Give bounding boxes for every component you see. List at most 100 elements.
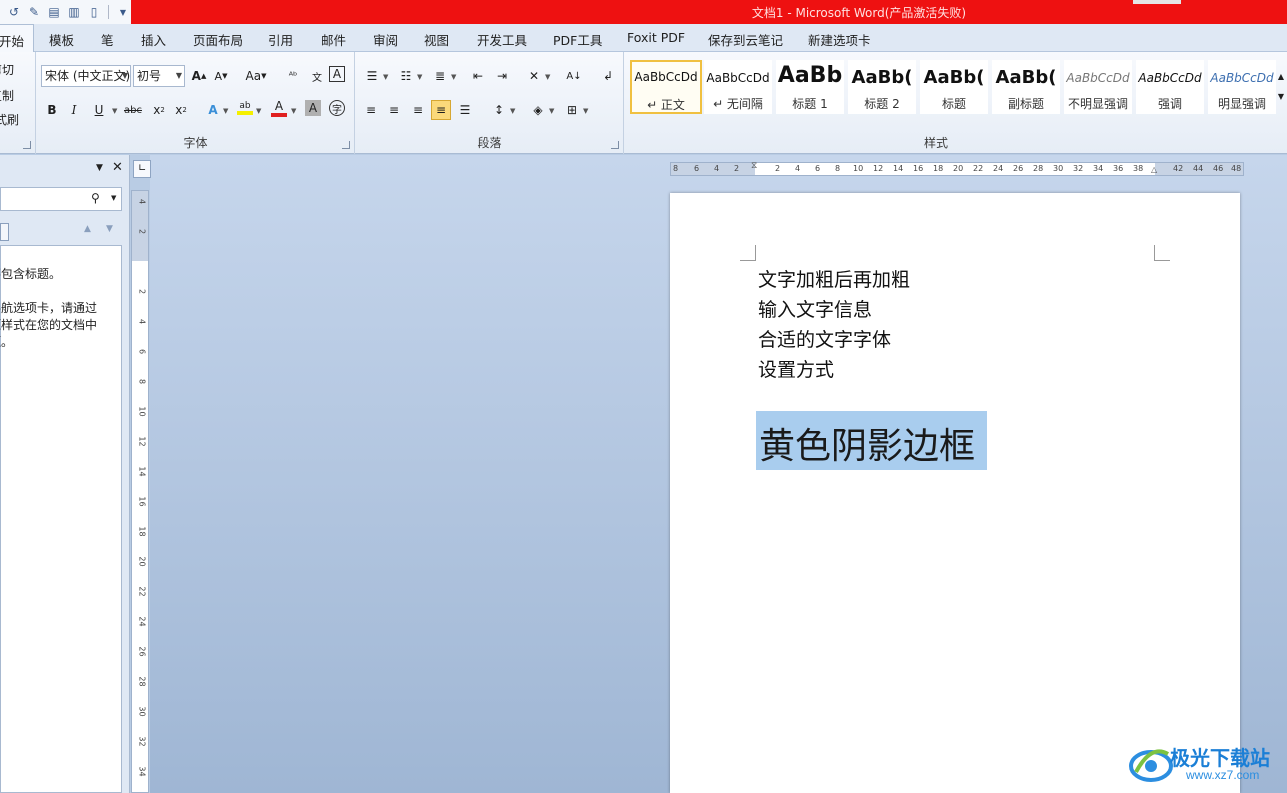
indent-marker-icon[interactable]: ⧖ xyxy=(751,161,757,171)
search-icon[interactable]: ⚲ xyxy=(91,191,100,205)
chevron-down-icon[interactable]: ▼ xyxy=(223,107,228,115)
style-tile-subtitle[interactable]: AaBb( 副标题 xyxy=(992,60,1060,114)
chevron-down-icon[interactable]: ▼ xyxy=(451,73,456,81)
document-line[interactable]: 输入文字信息 xyxy=(758,295,872,322)
paragraph-launcher-icon[interactable] xyxy=(611,141,619,149)
copy-button[interactable]: 复制 xyxy=(0,87,14,104)
styles-scroll-down-icon[interactable]: ▼ xyxy=(1275,86,1287,106)
font-size-select[interactable]: 初号 ▼ xyxy=(133,65,185,87)
chevron-down-icon[interactable]: ▼ xyxy=(510,107,515,115)
document-page[interactable]: 文字加粗后再加粗 输入文字信息 合适的文字字体 设置方式 黄色阴影边框 xyxy=(670,193,1240,793)
layout-icon[interactable]: ▥ xyxy=(66,4,82,20)
print-preview-icon[interactable]: ▤ xyxy=(46,4,62,20)
format-painter-button[interactable]: 格式刷 xyxy=(0,111,19,128)
tab-view[interactable]: 视图 xyxy=(424,30,449,49)
nav-pages-icon[interactable] xyxy=(0,223,9,241)
clear-format-icon[interactable]: ᴬᵇ xyxy=(283,66,303,86)
style-tile-emphasis[interactable]: AaBbCcDd 强调 xyxy=(1136,60,1204,114)
align-left-icon[interactable]: ≡ xyxy=(361,100,381,120)
style-tile-heading-1[interactable]: AaBb 标题 1 xyxy=(776,60,844,114)
right-indent-marker-icon[interactable]: △ xyxy=(1151,165,1157,174)
highlight-icon[interactable]: ab xyxy=(235,98,255,118)
line-spacing-icon[interactable]: ↕ xyxy=(489,100,509,120)
font-launcher-icon[interactable] xyxy=(342,141,350,149)
tab-pdf-tools[interactable]: PDF工具 xyxy=(553,30,602,49)
nav-next-icon[interactable]: ▼ xyxy=(106,224,113,234)
customize-toolbar-icon[interactable]: ▼ xyxy=(115,4,131,20)
nav-prev-icon[interactable]: ▲ xyxy=(84,224,91,234)
chevron-down-icon[interactable]: ▼ xyxy=(256,107,261,115)
char-border-icon[interactable]: A xyxy=(329,66,345,82)
chevron-down-icon[interactable]: ▼ xyxy=(549,107,554,115)
tab-review[interactable]: 审阅 xyxy=(373,30,398,49)
style-tile-no-spacing[interactable]: AaBbCcDd ↵ 无间隔 xyxy=(704,60,772,114)
style-tile-intense-emphasis[interactable]: AaBbCcDd 明显强调 xyxy=(1208,60,1276,114)
styles-scroll-up-icon[interactable]: ▲ xyxy=(1275,66,1287,86)
tab-home[interactable]: 开始 xyxy=(0,24,34,53)
window-control[interactable] xyxy=(1133,0,1181,4)
align-right-icon[interactable]: ≡ xyxy=(408,100,428,120)
undo-icon[interactable]: ↺ xyxy=(6,4,22,20)
text-effect-icon[interactable]: A xyxy=(203,100,223,120)
increase-indent-icon[interactable]: ⇥ xyxy=(492,66,512,86)
clipboard-launcher-icon[interactable] xyxy=(23,141,31,149)
enclose-char-icon[interactable]: 字 xyxy=(329,100,345,116)
show-marks-icon[interactable]: ↲ xyxy=(598,66,618,86)
superscript-button[interactable]: x2 xyxy=(171,100,191,120)
document-line[interactable]: 设置方式 xyxy=(758,355,834,382)
tab-pen[interactable]: 笔 xyxy=(101,30,114,49)
tab-mailings[interactable]: 邮件 xyxy=(321,30,346,49)
phonetic-guide-icon[interactable]: 文 xyxy=(307,66,327,86)
grow-font-button[interactable]: A ▲ xyxy=(189,66,209,86)
subscript-button[interactable]: x2 xyxy=(149,100,169,120)
vertical-ruler[interactable]: 4 2 2 4 6 8 10 12 14 16 18 20 22 24 26 2… xyxy=(131,190,149,793)
nav-search-input[interactable]: ⚲ ▼ xyxy=(0,187,122,211)
style-tile-title[interactable]: AaBb( 标题 xyxy=(920,60,988,114)
cut-button[interactable]: 剪切 xyxy=(0,61,14,78)
style-tile-subtle-emphasis[interactable]: AaBbCcDd 不明显强调 xyxy=(1064,60,1132,114)
tab-page-layout[interactable]: 页面布局 xyxy=(193,30,243,49)
edit-icon[interactable]: ✎ xyxy=(26,4,42,20)
numbering-icon[interactable]: ☷ xyxy=(396,66,416,86)
nav-options-icon[interactable]: ▼ xyxy=(96,163,103,173)
tab-new-tab[interactable]: 新建选项卡 xyxy=(808,30,871,49)
shading-icon[interactable]: ◈ xyxy=(528,100,548,120)
chevron-down-icon[interactable]: ▼ xyxy=(417,73,422,81)
multilevel-list-icon[interactable]: ≣ xyxy=(430,66,450,86)
decrease-indent-icon[interactable]: ⇤ xyxy=(468,66,488,86)
style-tile-heading-2[interactable]: AaBb( 标题 2 xyxy=(848,60,916,114)
reading-view-icon[interactable]: ▯ xyxy=(86,4,102,20)
ruler-toggle-button[interactable]: ∟ xyxy=(133,160,151,178)
chinese-layout-icon[interactable]: ✕ xyxy=(524,66,544,86)
chevron-down-icon[interactable]: ▼ xyxy=(545,73,550,81)
tab-save-cloud-notes[interactable]: 保存到云笔记 xyxy=(708,30,783,49)
chevron-down-icon[interactable]: ▼ xyxy=(111,194,116,202)
tab-templates[interactable]: 模板 xyxy=(49,30,74,49)
change-case-button[interactable]: Aa ▼ xyxy=(243,66,269,86)
bold-button[interactable]: B xyxy=(42,100,62,120)
align-center-icon[interactable]: ≡ xyxy=(384,100,404,120)
tab-developer[interactable]: 开发工具 xyxy=(477,30,527,49)
underline-button[interactable]: U xyxy=(89,100,109,120)
borders-icon[interactable]: ⊞ xyxy=(562,100,582,120)
justify-icon[interactable]: ≡ xyxy=(431,100,451,120)
tab-foxit-pdf[interactable]: Foxit PDF xyxy=(627,30,685,45)
tab-insert[interactable]: 插入 xyxy=(141,30,166,49)
italic-button[interactable]: I xyxy=(64,100,84,120)
strikethrough-button[interactable]: abc xyxy=(123,100,143,120)
document-line[interactable]: 文字加粗后再加粗 xyxy=(758,265,910,292)
chevron-down-icon[interactable]: ▼ xyxy=(112,107,117,115)
sort-icon[interactable]: A↓ xyxy=(564,66,584,86)
style-tile-normal[interactable]: AaBbCcDd ↵ 正文 xyxy=(630,60,702,114)
chevron-down-icon[interactable]: ▼ xyxy=(383,73,388,81)
shrink-font-button[interactable]: A ▼ xyxy=(211,66,231,86)
selected-text[interactable]: 黄色阴影边框 xyxy=(756,411,988,470)
bullets-icon[interactable]: ☰ xyxy=(362,66,382,86)
chevron-down-icon[interactable]: ▼ xyxy=(291,107,296,115)
tab-references[interactable]: 引用 xyxy=(268,30,293,49)
chevron-down-icon[interactable]: ▼ xyxy=(583,107,588,115)
char-shading-icon[interactable]: A xyxy=(305,100,321,116)
font-color-icon[interactable]: A xyxy=(269,98,289,118)
distributed-icon[interactable]: ☰ xyxy=(455,100,475,120)
close-icon[interactable]: ✕ xyxy=(112,160,123,175)
